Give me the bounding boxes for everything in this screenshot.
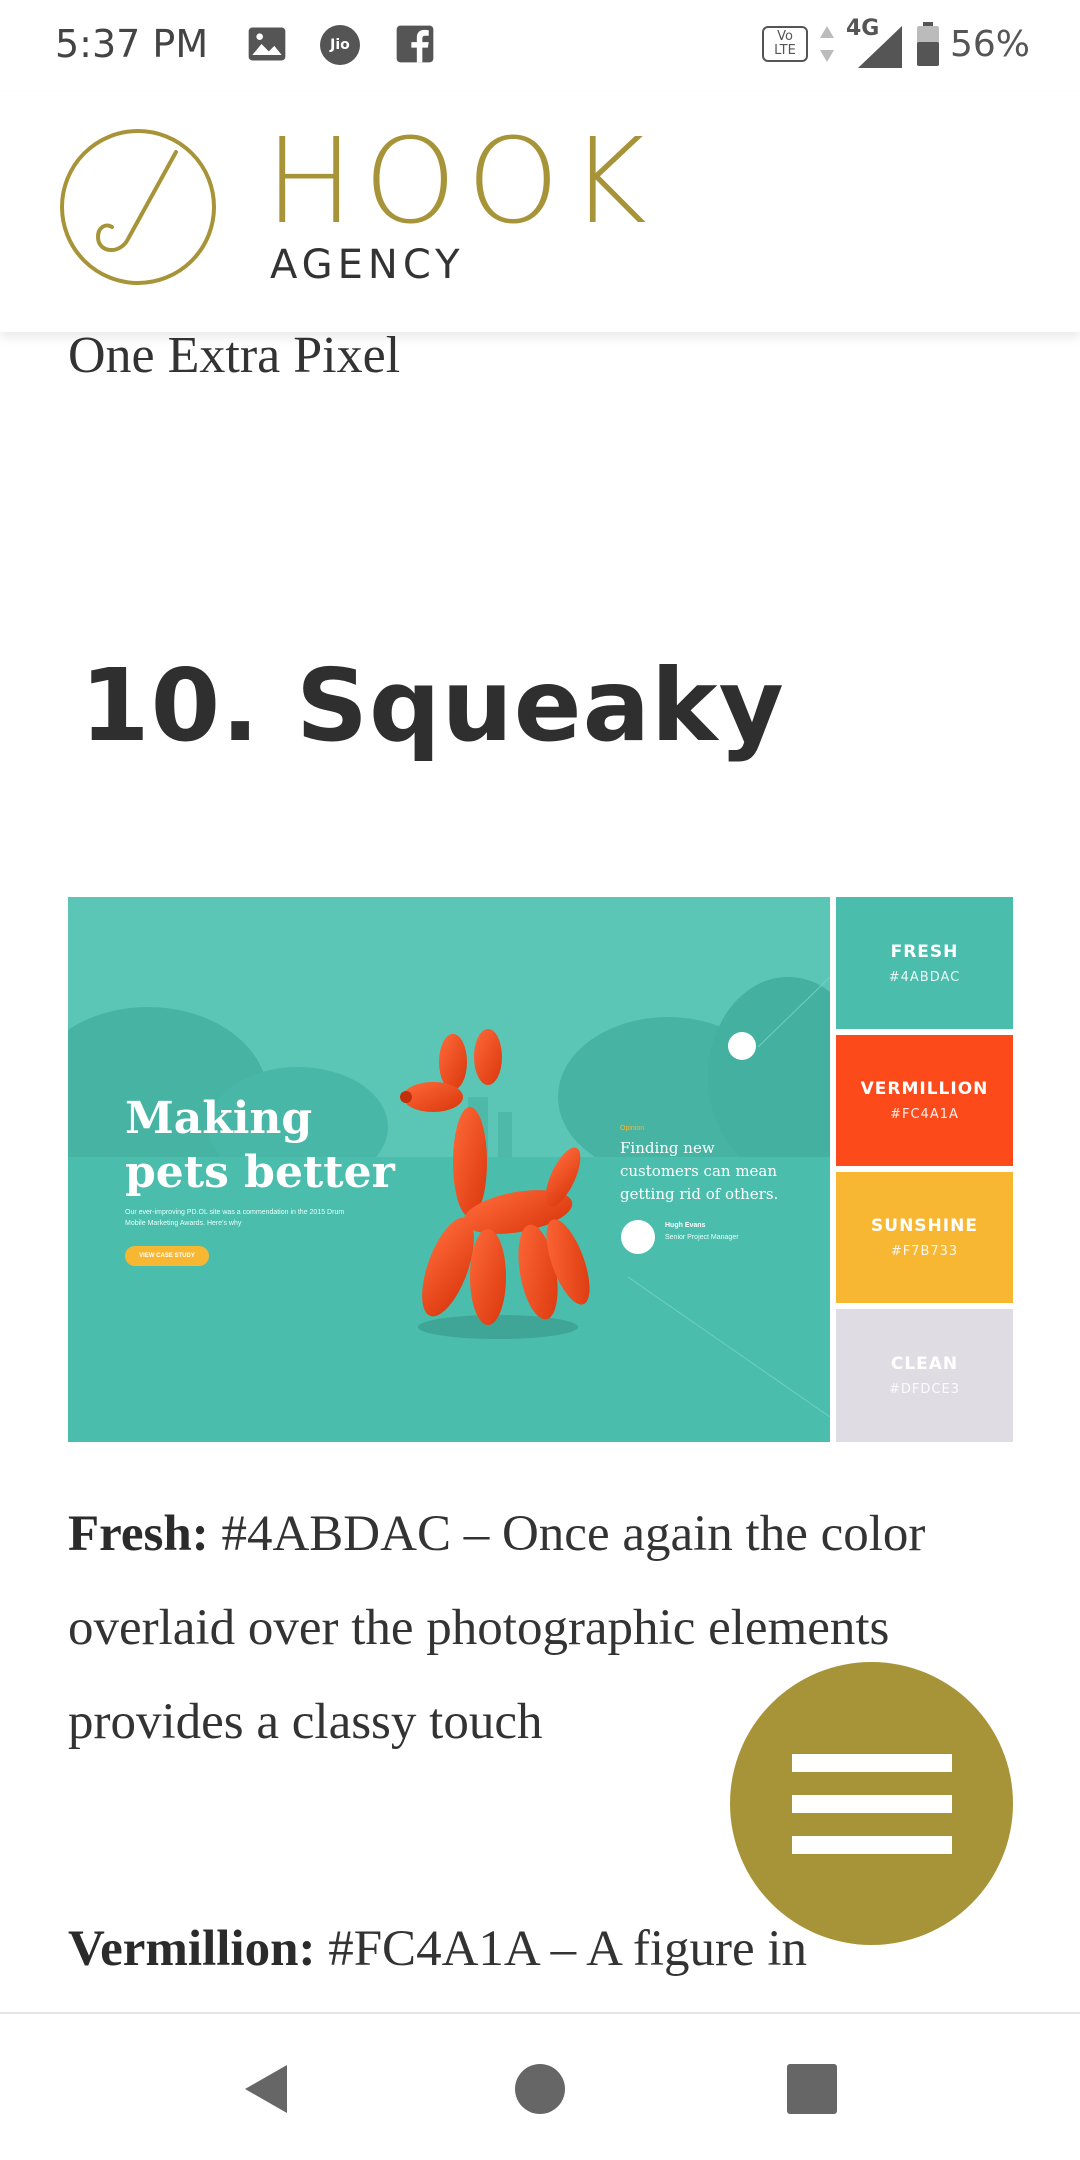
hero-quote-tag: Opinion xyxy=(620,1125,645,1132)
logo-subtitle: AGENCY xyxy=(270,242,465,288)
swatch-vermillion: VERMILLION #FC4A1A xyxy=(836,1035,1013,1166)
network-signal: 4G xyxy=(846,16,906,68)
hero-cta-button: VIEW CASE STUDY xyxy=(125,1246,209,1266)
color-swatches: FRESH #4ABDAC VERMILLION #FC4A1A SUNSHIN… xyxy=(836,897,1013,1442)
jio-label: Jio xyxy=(330,37,350,53)
recents-icon[interactable] xyxy=(782,2059,842,2119)
hook-logo-icon[interactable] xyxy=(58,127,218,287)
author-avatar xyxy=(621,1220,655,1254)
facebook-icon xyxy=(396,25,434,63)
back-icon[interactable] xyxy=(237,2059,297,2119)
status-time: 5:37 PM xyxy=(55,22,209,66)
swatch-sunshine: SUNSHINE #F7B733 xyxy=(836,1172,1013,1303)
balloon-dog-illustration xyxy=(400,1029,590,1339)
hero-headline: Making pets better xyxy=(125,1093,395,1198)
menu-icon-bar-3 xyxy=(791,1835,952,1854)
squeaky-screenshot-image: Making pets better Our ever-improving PD… xyxy=(68,897,1013,1442)
home-icon[interactable] xyxy=(510,2059,570,2119)
site-header: HOOK AGENCY xyxy=(0,92,1080,332)
status-right-group: Vo LTE 4G 56% xyxy=(761,16,1030,68)
jio-icon: Jio xyxy=(320,25,360,65)
menu-icon xyxy=(791,1753,952,1772)
status-bar: 5:37 PM Jio Vo LTE 4G 56% xyxy=(0,0,1080,92)
menu-fab-button[interactable] xyxy=(730,1662,1013,1945)
gallery-icon xyxy=(248,27,286,61)
battery-icon xyxy=(916,22,939,66)
swatch-fresh: FRESH #4ABDAC xyxy=(836,897,1013,1029)
data-arrows-icon xyxy=(819,26,834,62)
hero-main-panel: Making pets better Our ever-improving PD… xyxy=(68,897,830,1442)
signal-icon xyxy=(857,26,902,68)
swatch-clean: CLEAN #DFDCE3 xyxy=(836,1309,1013,1442)
volte-icon: Vo LTE xyxy=(761,26,808,62)
hero-quote: Finding new customers can mean getting r… xyxy=(620,1139,779,1203)
logo-wordmark[interactable]: HOOK xyxy=(265,122,657,240)
section-title: 10. Squeaky xyxy=(80,647,785,764)
hero-author-role: Senior Project Manager xyxy=(665,1234,739,1241)
previous-section-caption: One Extra Pixel xyxy=(68,332,401,384)
system-nav-bar xyxy=(0,2012,1080,2160)
paragraph-vermillion-text: #FC4A1A – A figure in xyxy=(315,1921,808,1977)
hero-author-name: Hugh Evans xyxy=(665,1222,706,1229)
small-avatar-icon xyxy=(728,1032,756,1060)
paragraph-vermillion-label: Vermillion: xyxy=(68,1921,316,1977)
menu-icon-bar-2 xyxy=(791,1794,952,1813)
paragraph-fresh-label: Fresh: xyxy=(68,1506,209,1562)
battery-percent: 56% xyxy=(949,23,1030,65)
hero-body-text: Our ever-improving PD.OL site was a comm… xyxy=(125,1209,345,1227)
